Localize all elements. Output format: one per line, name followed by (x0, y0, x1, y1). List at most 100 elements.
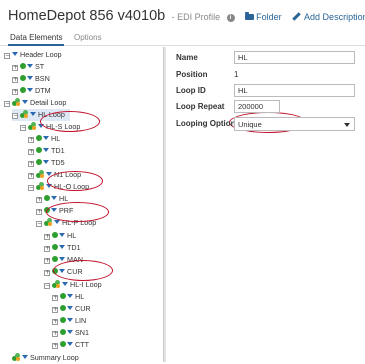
tree-segment-node[interactable]: + HL (44, 230, 76, 242)
collapse-icon[interactable]: − (12, 113, 18, 119)
expand-icon[interactable]: + (52, 319, 58, 325)
segment-icon (60, 341, 66, 347)
tree-node-label: PRF (59, 206, 74, 215)
loop-id-input[interactable] (234, 84, 355, 97)
tree-loop-node[interactable]: − HL-P Loop (36, 217, 96, 229)
caret-down-icon[interactable] (12, 52, 18, 56)
expand-icon[interactable]: + (52, 307, 58, 313)
caret-down-icon[interactable] (46, 172, 52, 176)
caret-down-icon[interactable] (51, 208, 57, 212)
tree-segment-node[interactable]: + HL (52, 291, 84, 303)
tree-segment-node[interactable]: + CUR (52, 303, 91, 315)
tree-segment-node[interactable]: + TD5 (28, 157, 65, 169)
tree-loop-node[interactable]: + N1 Loop (28, 169, 81, 181)
tree-segment-node[interactable]: + LIN (52, 315, 86, 327)
caret-down-icon[interactable] (27, 88, 33, 92)
segment-icon (20, 63, 26, 69)
expand-icon[interactable]: + (28, 161, 34, 167)
expand-icon[interactable]: + (12, 77, 18, 83)
expand-icon[interactable]: + (52, 295, 58, 301)
add-description-link[interactable]: Add Description (292, 12, 365, 22)
expand-icon[interactable]: + (44, 270, 50, 276)
tree-loop-node[interactable]: − HL Loop (12, 109, 70, 121)
segment-icon (36, 147, 42, 153)
expand-icon[interactable]: + (28, 173, 34, 179)
pane-splitter[interactable] (163, 47, 166, 362)
loop-repeat-input[interactable] (234, 100, 280, 113)
tree-segment-node[interactable]: + TD1 (44, 242, 81, 254)
tree-node-label: TD1 (51, 146, 65, 155)
tree-segment-node[interactable]: + CUR (44, 266, 83, 278)
caret-down-icon[interactable] (67, 318, 73, 322)
tree-loop-node[interactable]: − HL-S Loop (20, 121, 80, 133)
caret-down-icon[interactable] (59, 233, 65, 237)
expand-icon[interactable]: + (52, 343, 58, 349)
collapse-icon[interactable]: − (4, 101, 10, 107)
caret-down-icon[interactable] (38, 124, 44, 128)
caret-down-icon[interactable] (43, 148, 49, 152)
tab-data-elements[interactable]: Data Elements (8, 33, 65, 46)
caret-down-icon[interactable] (22, 355, 28, 359)
caret-down-icon[interactable] (59, 245, 65, 249)
caret-down-icon[interactable] (27, 64, 33, 68)
tree-segment-node[interactable]: + TD1 (28, 145, 65, 157)
tree-segment-node[interactable]: + PRF (36, 205, 73, 217)
caret-down-icon[interactable] (43, 136, 49, 140)
caret-down-icon[interactable] (51, 196, 57, 200)
expand-icon[interactable]: + (28, 137, 34, 143)
caret-down-icon[interactable] (43, 160, 49, 164)
segment-icon (52, 232, 58, 238)
tree-loop-node[interactable]: − Header Loop (4, 49, 62, 61)
loop-id-row: Loop ID (176, 84, 361, 98)
collapse-icon[interactable]: − (20, 125, 26, 131)
tree-segment-node[interactable]: + DTM (12, 85, 51, 97)
caret-down-icon[interactable] (67, 342, 73, 346)
tree-segment-node[interactable]: + HL (36, 193, 68, 205)
caret-down-icon[interactable] (67, 294, 73, 298)
caret-down-icon[interactable] (67, 330, 73, 334)
expand-icon[interactable]: + (44, 246, 50, 252)
caret-down-icon[interactable] (59, 269, 65, 273)
tree-segment-node[interactable]: + MAN (44, 254, 83, 266)
expand-icon[interactable]: + (36, 197, 42, 203)
collapse-icon[interactable]: − (4, 53, 10, 59)
tree-segment-node[interactable]: + CTT (52, 339, 89, 351)
tree-loop-node[interactable]: − HL-I Loop (44, 279, 102, 291)
tree-node-label: HL (67, 231, 77, 240)
tree-segment-node[interactable]: + HL (28, 133, 60, 145)
tree-node-label: HL-I Loop (70, 280, 102, 289)
caret-down-icon[interactable] (54, 220, 60, 224)
element-tree[interactable]: − Header Loop + ST + BSN + DTM − Detail Loop − HL L… (0, 47, 163, 362)
tree-loop-node[interactable]: − Detail Loop (4, 97, 66, 109)
expand-icon[interactable]: + (44, 258, 50, 264)
tree-loop-node[interactable]: − HL-O Loop (28, 181, 89, 193)
tree-node-label: HL (51, 134, 61, 143)
caret-down-icon[interactable] (46, 184, 52, 188)
expand-icon[interactable]: + (52, 331, 58, 337)
caret-down-icon[interactable] (67, 306, 73, 310)
collapse-icon[interactable]: − (28, 185, 34, 191)
folder-link[interactable]: Folder (245, 12, 282, 22)
position-label: Position (176, 70, 208, 79)
tree-segment-node[interactable]: + SN1 (52, 327, 89, 339)
expand-icon[interactable]: + (36, 209, 42, 215)
caret-down-icon[interactable] (22, 100, 28, 104)
name-input[interactable] (234, 51, 355, 64)
tree-segment-node[interactable]: + ST (12, 61, 44, 73)
caret-down-icon[interactable] (30, 112, 36, 116)
expand-icon[interactable]: + (12, 65, 18, 71)
add-description-label: Add Description (304, 12, 365, 22)
looping-option-select[interactable]: Unique (234, 117, 355, 131)
expand-icon[interactable]: + (44, 234, 50, 240)
collapse-icon[interactable]: − (44, 283, 50, 289)
collapse-icon[interactable]: − (36, 221, 42, 227)
caret-down-icon[interactable] (59, 257, 65, 261)
tree-segment-node[interactable]: + BSN (12, 73, 50, 85)
caret-down-icon[interactable] (27, 76, 33, 80)
caret-down-icon[interactable] (62, 282, 68, 286)
expand-icon[interactable]: + (12, 89, 18, 95)
tab-options[interactable]: Options (72, 33, 104, 44)
tree-loop-node[interactable]: Summary Loop (12, 352, 79, 364)
expand-icon[interactable]: + (28, 149, 34, 155)
info-icon[interactable]: i (226, 14, 235, 22)
